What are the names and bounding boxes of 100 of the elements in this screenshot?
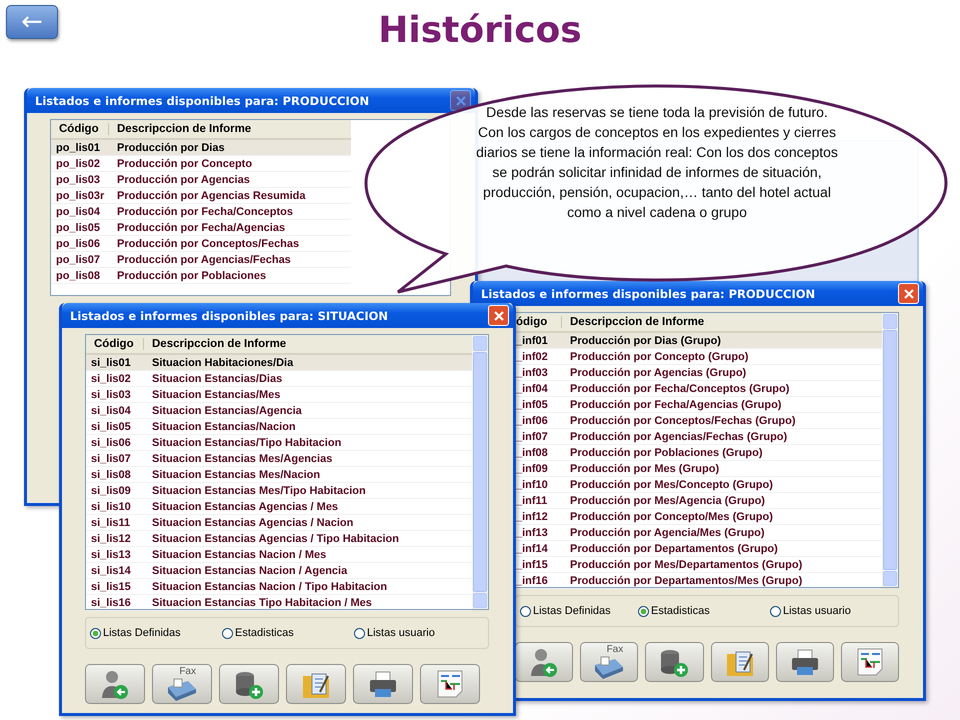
table-cell-text: _inf13 [516,526,549,538]
table-cell-text: po_lis03 [55,174,102,186]
database-button[interactable] [645,642,704,682]
printer-button[interactable] [776,642,834,682]
close-button[interactable] [898,283,919,304]
fax-button[interactable]: Fax [152,664,212,704]
list-row[interactable]: _inf05 Producción por Fecha/Agencias (Grupo) [516,397,882,413]
table-cell-text: Producción por Mes/Departamentos (Grupo) [569,558,802,570]
column-header[interactable]: Código [51,123,109,135]
fax-icon [166,677,198,701]
list-row[interactable]: _inf06 Producción por Conceptos/Fechas (Grupo) [516,413,882,429]
list-row[interactable]: _inf12 Producción por Concepto/Mes (Grupo) [516,509,882,525]
table-cell-text: po_lis03r [55,190,106,202]
list-row[interactable]: _inf09 Producción por Mes (Grupo) [516,461,882,477]
table-cell-text: Producción por Fecha/Agencias (Grupo) [569,398,782,410]
table-cell-text: Producción por Concepto (Grupo) [569,350,748,362]
table-cell-text: Producción por Dias (Grupo) [569,334,721,346]
column-header[interactable]: Descripccion de Informe [562,316,704,328]
table-cell-text: _inf08 [516,446,549,458]
slide-title: Históricos [377,10,583,51]
column-header[interactable]: Descripccion de Informe [144,338,286,350]
list-row[interactable]: si_lis05 Situacion Estancias/Nacion [86,419,472,435]
radio-button[interactable]: Listas usuario [354,627,435,639]
table-cell-text: Producción por Conceptos/Fechas [116,238,300,250]
table-cell-text: po_lis07 [55,254,102,266]
window-title: Listados e informes disponibles para: PRODUCCION [481,286,816,300]
list-row[interactable]: _inf02 Producción por Concepto (Grupo) [516,349,882,365]
list-row[interactable]: si_lis16 Situacion Estancias Tipo Habitacion / Mes [86,595,472,611]
list-row[interactable]: si_lis06 Situacion Estancias/Tipo Habitacion [86,435,472,451]
column-header[interactable]: Código [86,338,144,350]
radio-button[interactable]: Estadisticas [222,627,354,639]
list-row[interactable]: po_lis02 Producción por Concepto [51,156,351,172]
list-row[interactable]: si_lis13 Situacion Estancias Nacion / Mes [86,547,472,563]
callout-text: Desde las reservas se tiene toda la previsión de futuro. Con los cargos de conceptos en los expedientes y cierres diarios se tiene la información real: Con los dos conceptos se podrán solicitar infinidad de informes de situación, producción, pensión, ocupacion,… tanto del hotel actual como a nivel cadena o grupo [475,103,839,222]
user-button[interactable] [85,664,145,704]
column-header[interactable]: Descripccion de Informe [109,123,252,135]
database-button[interactable] [219,664,279,704]
chart-button[interactable] [840,642,900,682]
radio-button[interactable]: Listas usuario [770,605,851,617]
list-row[interactable]: _inf15 Producción por Mes/Departamentos (Grupo) [516,557,882,573]
list-row[interactable]: _inf07 Producción por Agencias/Fechas (Grupo) [516,429,882,445]
list-row[interactable]: si_lis15 Situacion Estancias Nacion / Tipo Habitacion [86,579,472,595]
list-row[interactable]: _inf01 Producción por Dias (Grupo) [516,333,882,349]
list-row[interactable]: po_lis05 Producción por Fecha/Agencias [51,220,351,236]
list-row[interactable]: si_lis09 Situacion Estancias Mes/Tipo Habitacion [86,483,472,499]
list-row[interactable]: si_lis10 Situacion Estancias Agencias / Mes [86,499,472,515]
table-cell-text: Producción por Fecha/Agencias [116,222,286,234]
list-row[interactable]: _inf16 Producción por Departamentos/Mes (Grupo) [516,573,882,589]
table-cell-text: Producción por Departamentos (Grupo) [569,542,778,554]
list-row[interactable]: si_lis11 Situacion Estancias Agencias / Nacion [86,515,472,531]
table-cell-text: Situacion Estancias Nacion / Tipo Habitacion [151,580,388,592]
list-row[interactable]: si_lis01 Situacion Habitaciones/Dia [86,355,472,371]
table-cell-text: si_lis15 [90,580,132,592]
table-cell-text: Situacion Estancias/Mes [151,388,280,400]
folder-button[interactable] [710,642,769,682]
vertical-scrollbar[interactable] [472,335,488,609]
table-cell-text: si_lis02 [90,372,132,384]
table-cell-text: Situacion Estancias Agencias / Mes [151,500,338,512]
list-row[interactable]: si_lis03 Situacion Estancias/Mes [86,387,472,403]
list-row[interactable]: po_lis04 Producción por Fecha/Conceptos [51,204,351,220]
list-row[interactable]: po_lis06 Producción por Conceptos/Fechas [51,236,351,252]
table-cell-text: Producción por Concepto/Mes (Grupo) [569,510,773,522]
close-button[interactable] [488,305,509,326]
table-cell-text: _inf11 [516,494,548,506]
table-cell-text: si_lis11 [90,516,132,528]
list-row[interactable]: _inf10 Producción por Mes/Concepto (Grupo) [516,477,882,493]
list-row[interactable]: si_lis02 Situacion Estancias/Dias [86,371,472,387]
list-row[interactable]: si_lis14 Situacion Estancias Nacion / Agencia [86,563,472,579]
table-cell-text: si_lis05 [90,420,132,432]
vertical-scrollbar[interactable] [882,313,898,587]
table-cell-text: Producción por Dias [116,142,225,154]
radio-button[interactable]: Estadisticas [638,605,770,617]
list-row[interactable]: po_lis03 Producción por Agencias [51,172,351,188]
list-row[interactable]: po_lis08 Producción por Poblaciones [51,268,351,284]
list-row[interactable]: si_lis07 Situacion Estancias Mes/Agencias [86,451,472,467]
list-row[interactable]: po_lis07 Producción por Agencias/Fechas [51,252,351,268]
radio-button[interactable]: Listas Definidas [90,627,222,639]
list-row[interactable]: _inf08 Producción por Poblaciones (Grupo) [516,445,882,461]
list-row[interactable]: po_lis03r Producción por Agencias Resumida [51,188,351,204]
list-row[interactable]: si_lis12 Situacion Estancias Agencias / Tipo Habitacion [86,531,472,547]
list-row[interactable]: _inf04 Producción por Fecha/Conceptos (Grupo) [516,381,882,397]
radio-button[interactable]: Listas Definidas [520,605,638,617]
printer-button[interactable] [353,664,413,704]
list-row[interactable]: _inf11 Producción por Mes/Agencia (Grupo) [516,493,882,509]
window-title: Listados e informes disponibles para: SITUACION [70,308,388,322]
list-row[interactable]: si_lis04 Situacion Estancias/Agencia [86,403,472,419]
fax-icon [593,655,626,679]
list-row[interactable]: _inf13 Producción por Agencia/Mes (Grupo) [516,525,882,541]
fax-button[interactable]: Fax [580,642,638,682]
table-cell-text: _inf16 [516,574,549,586]
list-row[interactable]: po_lis01 Producción por Dias [51,140,351,156]
list-row[interactable]: _inf14 Producción por Departamentos (Grupo) [516,541,882,557]
list-row[interactable]: _inf03 Producción por Agencias (Grupo) [516,365,882,381]
list-row[interactable]: si_lis08 Situacion Estancias Mes/Nacion [86,467,472,483]
table-cell-text: Situacion Estancias Mes/Agencias [151,452,332,464]
close-icon [454,94,466,106]
table-cell-text: po_lis05 [55,222,102,234]
folder-button[interactable] [286,664,346,704]
chart-button[interactable] [420,664,480,704]
user-button[interactable] [515,642,574,682]
